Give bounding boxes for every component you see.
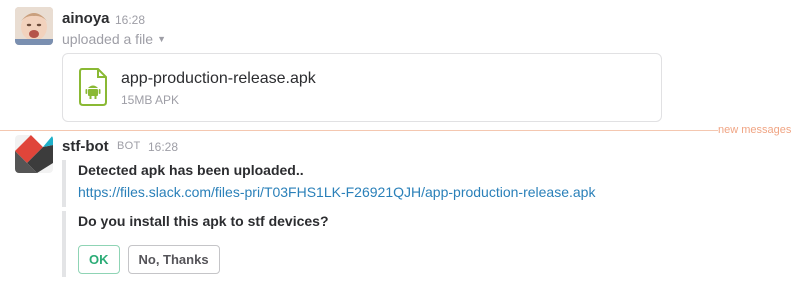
bot-avatar[interactable] xyxy=(15,135,53,173)
no-thanks-button[interactable]: No, Thanks xyxy=(127,245,220,274)
file-link[interactable]: https://files.slack.com/files-pri/T03FHS… xyxy=(78,182,662,202)
attachment-upload-notice: Detected apk has been uploaded.. https:/… xyxy=(62,160,662,207)
user-avatar[interactable] xyxy=(15,7,53,45)
sender-name[interactable]: stf-bot xyxy=(62,138,109,155)
upload-action-label: uploaded a file xyxy=(62,31,154,47)
attachment-title: Detected apk has been uploaded.. xyxy=(78,162,304,178)
file-card[interactable]: app-production-release.apk 15MB APK xyxy=(62,53,662,122)
android-file-icon xyxy=(79,68,107,106)
upload-action-menu[interactable]: uploaded a file ▼ xyxy=(62,31,166,47)
message-timestamp[interactable]: 16:28 xyxy=(148,140,178,154)
new-messages-divider xyxy=(0,130,720,131)
ok-button[interactable]: OK xyxy=(78,245,120,274)
message-timestamp[interactable]: 16:28 xyxy=(115,13,145,27)
action-buttons: OK No, Thanks xyxy=(78,245,662,274)
file-meta: 15MB APK xyxy=(121,93,180,107)
caret-down-icon: ▼ xyxy=(157,34,166,44)
bot-badge: BOT xyxy=(117,140,141,152)
new-messages-label: new messages xyxy=(718,124,792,136)
attachment-question: Do you install this apk to stf devices? xyxy=(78,213,329,229)
sender-name[interactable]: ainoya xyxy=(62,10,110,27)
file-name[interactable]: app-production-release.apk xyxy=(121,70,316,88)
attachment-install-prompt: Do you install this apk to stf devices? … xyxy=(62,211,662,277)
